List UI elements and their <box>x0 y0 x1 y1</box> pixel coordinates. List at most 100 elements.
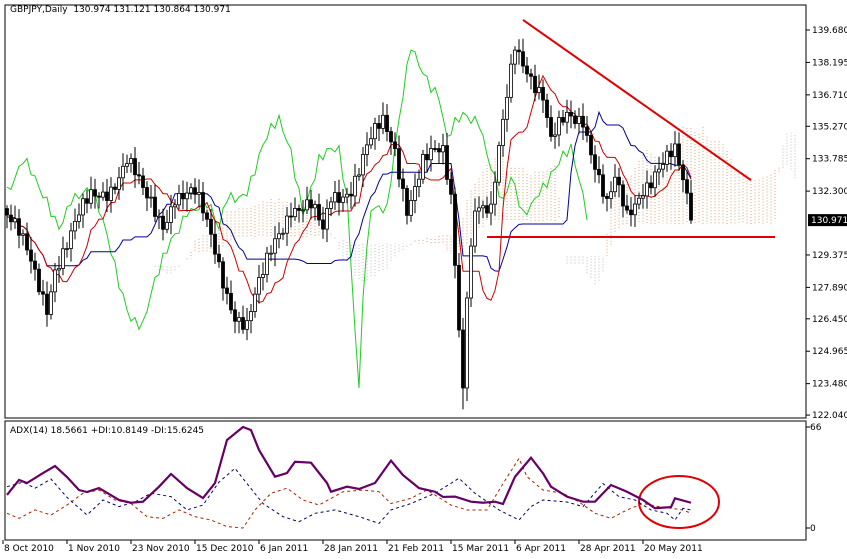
candle-body <box>669 150 673 158</box>
candle-body <box>657 168 661 173</box>
candle-body <box>397 148 401 180</box>
date-tick-label: 21 Feb 2011 <box>388 544 444 554</box>
candle-body <box>385 114 389 132</box>
candle-body <box>149 196 153 199</box>
candle-body <box>521 51 525 67</box>
candle-body <box>213 233 217 255</box>
candle-body <box>137 174 141 177</box>
candle-body <box>105 191 109 201</box>
candle-body <box>565 111 569 123</box>
candle-body <box>61 248 65 269</box>
candle-body <box>561 117 565 123</box>
candle-body <box>117 177 121 190</box>
date-tick-label: 15 Mar 2011 <box>452 544 509 554</box>
candle-body <box>485 205 489 214</box>
date-tick-label: 6 Apr 2011 <box>516 544 566 554</box>
candle-body <box>185 192 189 200</box>
date-tick-label: 8 Oct 2010 <box>4 544 54 554</box>
candle-body <box>429 148 433 161</box>
candle-body <box>629 209 633 216</box>
candle-body <box>481 205 485 209</box>
candle-body <box>169 206 173 223</box>
candle-body <box>109 186 113 201</box>
high-value: 131.121 <box>113 5 151 15</box>
candle-body <box>89 189 93 204</box>
candle-body <box>33 260 37 270</box>
candle-body <box>649 182 653 189</box>
candle-body <box>581 115 585 128</box>
candle-body <box>621 184 625 207</box>
chart-canvas[interactable]: 139.680 138.195 136.710 135.270 133.785 132.3… <box>0 0 847 555</box>
date-tick-label: 20 May 2011 <box>644 544 703 554</box>
candle-body <box>477 207 481 212</box>
date-tick-label: 6 Jan 2011 <box>260 544 308 554</box>
current-price-label: 130.971 <box>811 216 847 226</box>
candle-body <box>677 143 681 166</box>
price-tick-label: 126.450 <box>812 315 847 325</box>
candle-body <box>681 164 685 181</box>
candle-body <box>405 188 409 216</box>
candle-body <box>65 248 69 250</box>
candle-body <box>349 193 353 197</box>
chart-header: GBPJPY,Daily 130.974 131.121 130.864 130… <box>10 5 231 15</box>
candle-body <box>609 191 613 199</box>
candle-body <box>73 220 77 232</box>
candle-body <box>9 214 13 223</box>
candle-body <box>401 178 405 189</box>
candle-body <box>357 174 361 177</box>
candle-body <box>45 293 49 315</box>
candle-body <box>569 111 573 117</box>
candle-body <box>457 264 461 331</box>
candle-body <box>529 73 533 77</box>
candle-body <box>501 118 505 146</box>
candle-body <box>553 134 557 137</box>
candle-body <box>441 145 445 153</box>
candle-body <box>265 252 269 275</box>
candle-body <box>353 175 357 197</box>
candle-body <box>125 163 129 167</box>
candle-body <box>113 186 117 190</box>
price-tick-label: 136.710 <box>812 91 847 101</box>
candle-body <box>437 148 441 153</box>
candle-body <box>465 297 469 389</box>
candle-body <box>445 145 449 180</box>
date-tick-label: 28 Jan 2011 <box>324 544 378 554</box>
candle-body <box>81 198 85 216</box>
candle-body <box>101 191 105 198</box>
candle-body <box>361 154 365 176</box>
candle-body <box>417 178 421 187</box>
candle-body <box>17 218 21 236</box>
candle-body <box>77 214 81 222</box>
candle-body <box>289 215 293 218</box>
candle-body <box>517 49 521 53</box>
candle-body <box>13 218 17 223</box>
price-tick-label: 129.375 <box>812 251 847 261</box>
candle-body <box>121 165 125 179</box>
candle-body <box>69 230 73 249</box>
candle-body <box>593 154 597 170</box>
candle-body <box>549 117 553 137</box>
candle-body <box>625 205 629 211</box>
candle-body <box>313 204 317 209</box>
candle-body <box>433 148 437 150</box>
candle-body <box>261 274 265 278</box>
candle-body <box>665 150 669 165</box>
candle-body <box>129 158 133 165</box>
candle-body <box>181 192 185 200</box>
candle-body <box>5 208 9 216</box>
candle-body <box>189 187 193 194</box>
candle-body <box>57 268 61 271</box>
candle-body <box>369 138 373 146</box>
price-tick-label: 123.480 <box>812 380 847 390</box>
candle-body <box>645 182 649 197</box>
candle-body <box>393 141 397 150</box>
minus-di-value: -DI:15.6245 <box>150 426 205 436</box>
chart-window: 139.680 138.195 136.710 135.270 133.785 132.3… <box>0 0 847 555</box>
candle-body <box>617 176 621 186</box>
candle-body <box>545 99 549 118</box>
symbol-label: GBPJPY,Daily <box>10 5 68 15</box>
candle-body <box>461 329 465 389</box>
date-tick-label: 28 Apr 2011 <box>580 544 636 554</box>
candle-body <box>29 249 33 262</box>
candle-body <box>597 168 601 176</box>
